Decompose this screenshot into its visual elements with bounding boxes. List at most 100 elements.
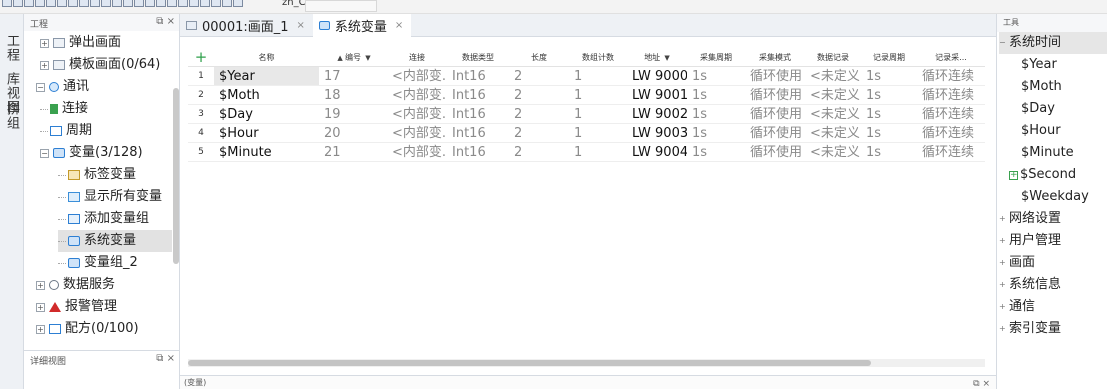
table-cell-num[interactable]: 21: [319, 143, 387, 161]
expand-toggle-icon[interactable]: +: [40, 38, 49, 48]
filter-dropdown-icon[interactable]: ▼: [662, 54, 669, 62]
close-icon[interactable]: ×: [395, 20, 403, 31]
table-row[interactable]: 5$Minute21<内部变...Int1621LW 90041s循环使用<未定…: [188, 143, 985, 162]
column-header[interactable]: 地址 ▼: [627, 49, 687, 66]
add-icon[interactable]: +: [1009, 170, 1018, 180]
expand-toggle-icon[interactable]: +: [36, 280, 45, 290]
rail-tab-project[interactable]: 工程: [3, 34, 21, 62]
table-cell-name[interactable]: $Day: [214, 105, 319, 123]
tree-item[interactable]: − 变量(3/128): [40, 142, 143, 164]
table-cell-count[interactable]: 1: [569, 143, 627, 161]
table-cell-addr[interactable]: LW 9001: [627, 86, 687, 104]
paste-icon[interactable]: [57, 0, 67, 7]
table-cell-name[interactable]: $Moth: [214, 86, 319, 104]
tool-tree-category[interactable]: + 通信: [999, 296, 1035, 318]
table-cell-mode[interactable]: 循环使用: [745, 124, 805, 142]
align-left-icon[interactable]: [90, 0, 100, 7]
tool-tree-child[interactable]: $Moth: [1021, 76, 1062, 98]
table-cell-cycle[interactable]: 1s: [687, 143, 745, 161]
lock-icon[interactable]: [189, 0, 199, 7]
table-cell-idx[interactable]: 5: [188, 143, 214, 161]
open-icon[interactable]: [13, 0, 23, 7]
tool-tree-child[interactable]: $Year: [1021, 54, 1057, 76]
save-icon[interactable]: [24, 0, 34, 7]
expand-toggle-icon[interactable]: +: [36, 324, 45, 334]
table-cell-log[interactable]: <未定义>: [805, 105, 861, 123]
detail-panel-float-close[interactable]: ⧉ ×: [156, 353, 175, 364]
table-cell-logcycle[interactable]: 1s: [861, 67, 917, 85]
table-horizontal-scrollbar[interactable]: [188, 359, 985, 367]
expand-toggle-icon[interactable]: +: [999, 296, 1006, 318]
tree-item[interactable]: 标签变量: [58, 164, 136, 186]
table-cell-num[interactable]: 18: [319, 86, 387, 104]
sort-ascending-icon[interactable]: ▲: [337, 54, 345, 62]
table-row[interactable]: 1$Year17<内部变...Int1621LW 90001s循环使用<未定义>…: [188, 67, 985, 86]
table-cell-logcycle[interactable]: 1s: [861, 86, 917, 104]
table-cell-idx[interactable]: 1: [188, 67, 214, 85]
table-cell-num[interactable]: 17: [319, 67, 387, 85]
tree-item[interactable]: + 数据服务: [36, 274, 115, 296]
expand-toggle-icon[interactable]: +: [999, 230, 1006, 252]
expand-toggle-icon[interactable]: +: [999, 274, 1006, 296]
table-cell-addr[interactable]: LW 9003: [627, 124, 687, 142]
tool-tree-category[interactable]: + 画面: [999, 252, 1035, 274]
tree-item[interactable]: − 通讯: [36, 76, 89, 98]
expand-toggle-icon[interactable]: −: [999, 32, 1006, 54]
table-cell-cycle[interactable]: 1s: [687, 86, 745, 104]
tree-item[interactable]: 显示所有变量: [58, 186, 162, 208]
column-header[interactable]: 采集模式: [745, 49, 805, 66]
table-cell-conn[interactable]: <内部变...: [387, 143, 447, 161]
panel-float-close[interactable]: ⧉ ×: [156, 16, 175, 27]
table-cell-type[interactable]: Int16: [447, 124, 509, 142]
redo-icon[interactable]: [79, 0, 89, 7]
table-cell-len[interactable]: 2: [509, 124, 569, 142]
table-cell-len[interactable]: 2: [509, 105, 569, 123]
table-cell-logmode[interactable]: 循环连续: [917, 67, 985, 85]
tree-scrollbar[interactable]: [173, 88, 179, 264]
table-row[interactable]: 3$Day19<内部变...Int1621LW 90021s循环使用<未定义>1…: [188, 105, 985, 124]
add-row-button[interactable]: +: [188, 49, 214, 66]
table-cell-logmode[interactable]: 循环连续: [917, 86, 985, 104]
table-cell-conn[interactable]: <内部变...: [387, 86, 447, 104]
text-icon[interactable]: [222, 0, 232, 7]
tool-tree-category[interactable]: − 系统时间: [999, 32, 1107, 54]
table-cell-cycle[interactable]: 1s: [687, 124, 745, 142]
table-cell-name[interactable]: $Minute: [214, 143, 319, 161]
tool-tree-child[interactable]: $Minute: [1021, 142, 1074, 164]
table-cell-cycle[interactable]: 1s: [687, 67, 745, 85]
table-cell-log[interactable]: <未定义>: [805, 86, 861, 104]
compile-icon[interactable]: [145, 0, 155, 7]
tool-tree-child[interactable]: $Day: [1021, 98, 1055, 120]
table-cell-logcycle[interactable]: 1s: [861, 105, 917, 123]
close-icon[interactable]: ×: [297, 20, 305, 31]
table-cell-type[interactable]: Int16: [447, 105, 509, 123]
expand-toggle-icon[interactable]: +: [999, 318, 1006, 340]
expand-toggle-icon[interactable]: +: [40, 60, 49, 70]
table-cell-type[interactable]: Int16: [447, 86, 509, 104]
document-tab[interactable]: 系统变量 ×: [312, 14, 412, 37]
tool-tree-child[interactable]: + $Second: [1009, 164, 1076, 186]
zoom-icon[interactable]: [123, 0, 133, 7]
table-cell-type[interactable]: Int16: [447, 143, 509, 161]
layers-icon[interactable]: [200, 0, 210, 7]
table-cell-logmode[interactable]: 循环连续: [917, 105, 985, 123]
table-cell-count[interactable]: 1: [569, 105, 627, 123]
column-header[interactable]: 记录采...: [917, 49, 985, 66]
table-cell-mode[interactable]: 循环使用: [745, 143, 805, 161]
tree-item[interactable]: + 模板画面(0/64): [40, 54, 160, 76]
tool-tree-category[interactable]: + 网络设置: [999, 208, 1061, 230]
tree-item[interactable]: + 配方(0/100): [36, 318, 139, 340]
table-cell-type[interactable]: Int16: [447, 67, 509, 85]
table-cell-count[interactable]: 1: [569, 86, 627, 104]
tree-item[interactable]: + 报警管理: [36, 296, 117, 318]
new-icon[interactable]: [2, 0, 12, 7]
tree-item[interactable]: + 弹出画面: [40, 32, 121, 54]
expand-toggle-icon[interactable]: −: [40, 148, 49, 158]
scrollbar-thumb[interactable]: [188, 360, 871, 366]
expand-toggle-icon[interactable]: +: [999, 208, 1006, 230]
tree-item[interactable]: 周期: [40, 120, 92, 142]
table-row[interactable]: 4$Hour20<内部变...Int1621LW 90031s循环使用<未定义>…: [188, 124, 985, 143]
table-cell-mode[interactable]: 循环使用: [745, 86, 805, 104]
align-center-icon[interactable]: [101, 0, 111, 7]
table-cell-num[interactable]: 20: [319, 124, 387, 142]
